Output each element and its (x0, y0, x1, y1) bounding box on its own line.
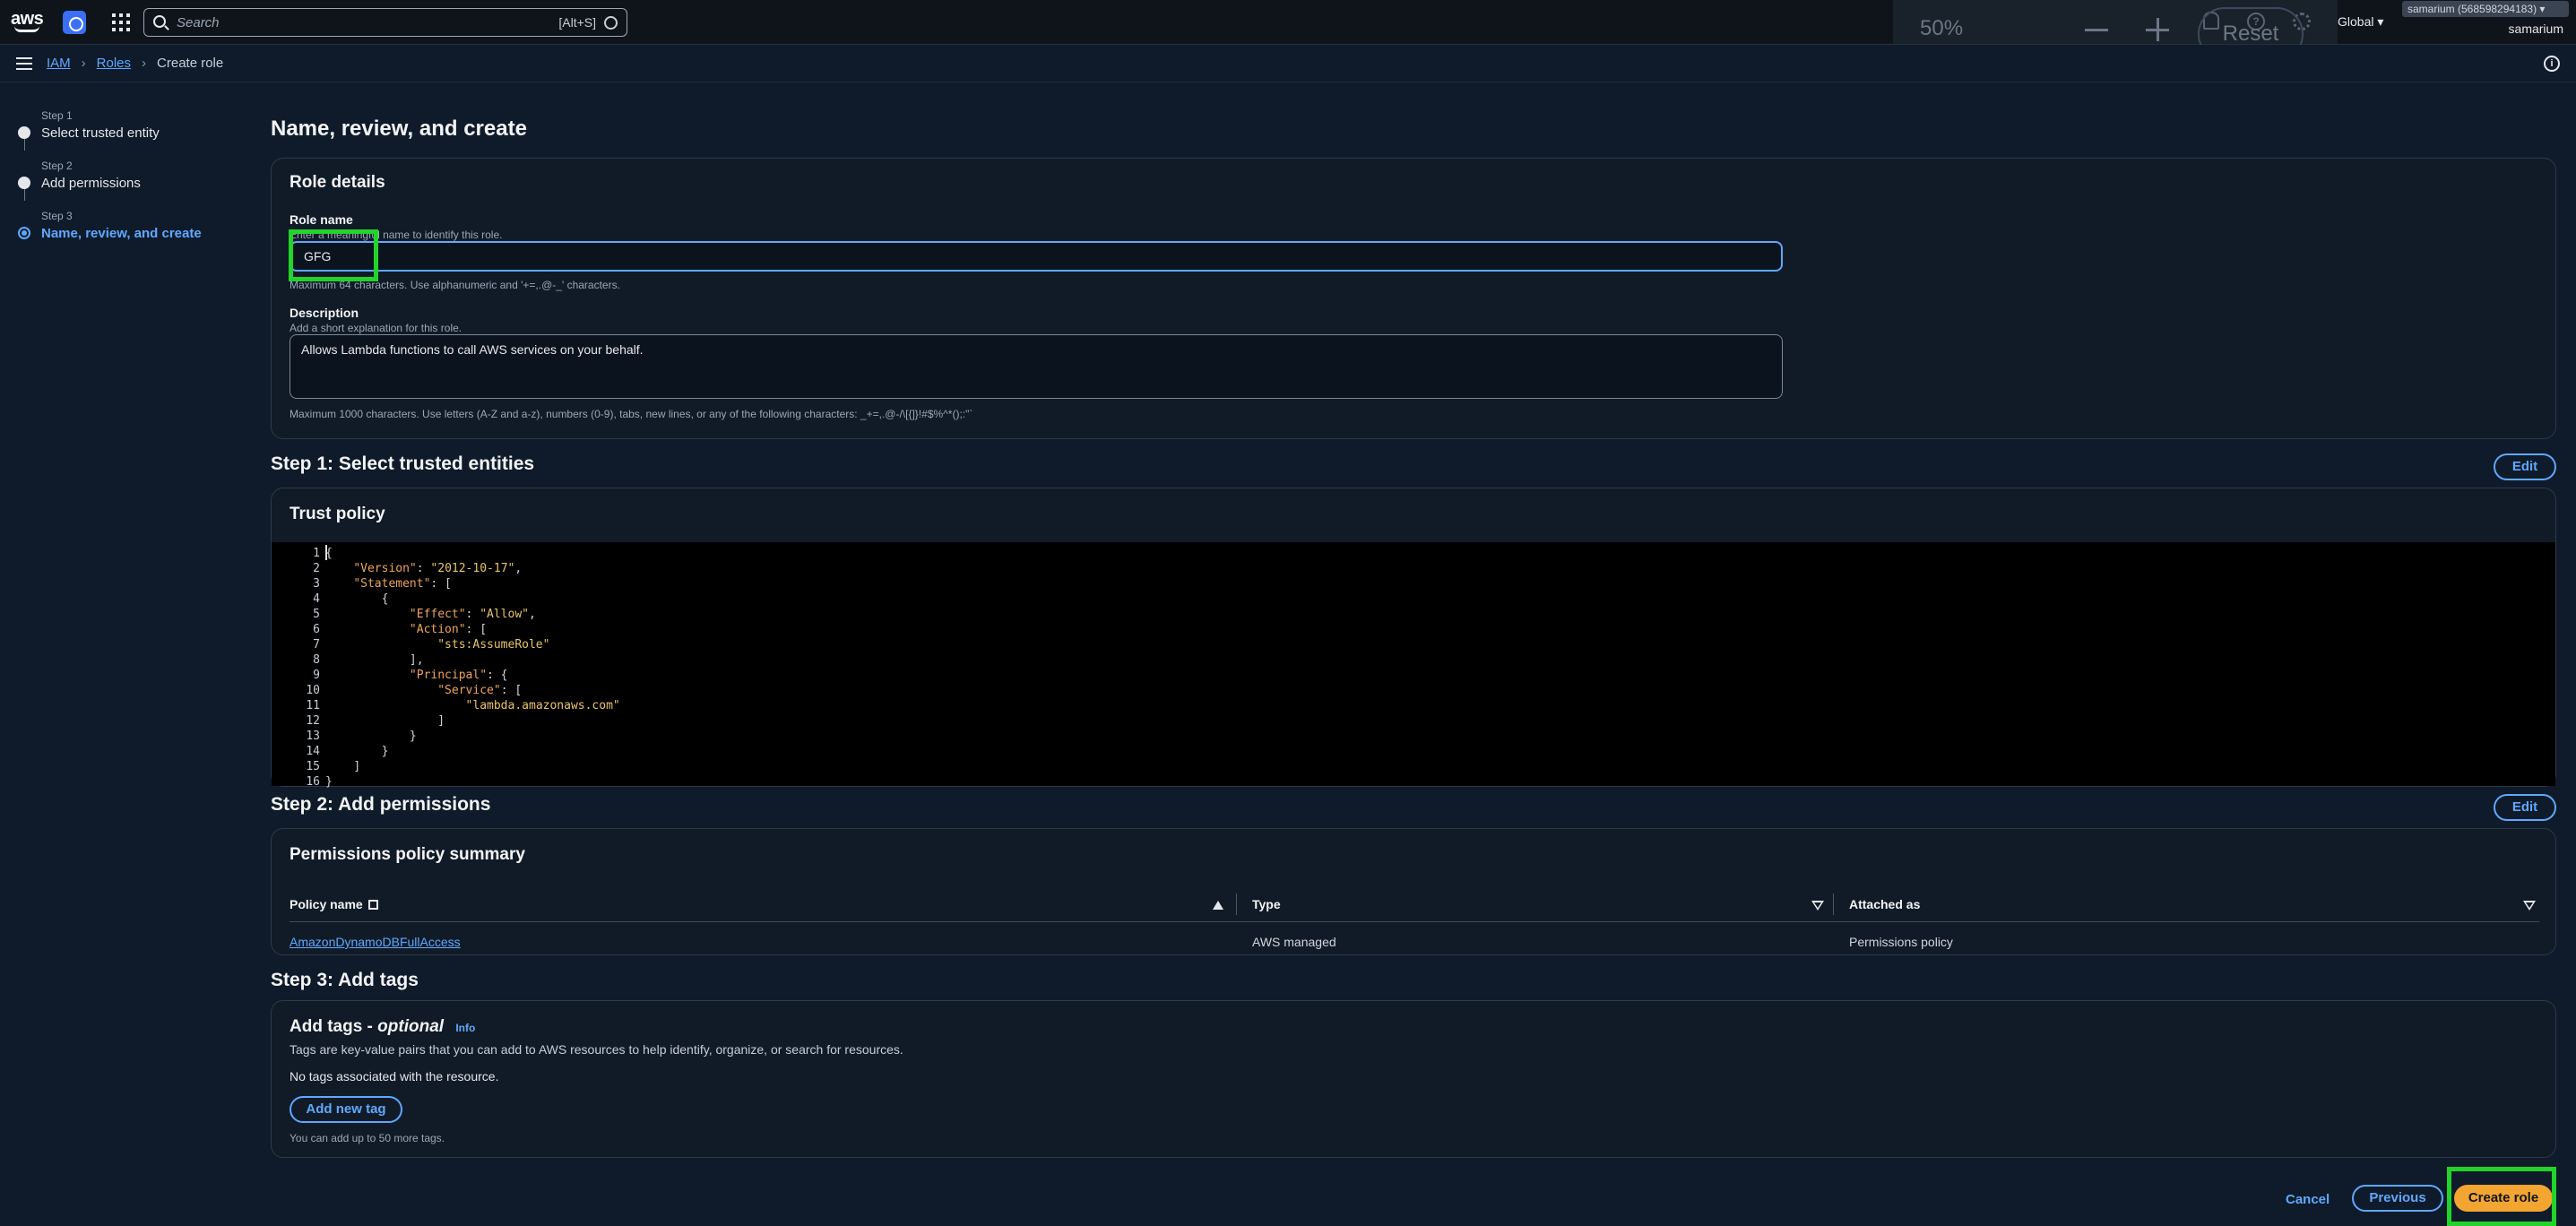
breadcrumb-iam[interactable]: IAM (47, 56, 71, 71)
service-icon[interactable] (63, 11, 86, 34)
column-type[interactable]: Type (1252, 897, 1281, 911)
table-row: AmazonDynamoDBFullAccess AWS managed Per… (290, 924, 2539, 960)
step2-heading: Step 2: Add permissions (271, 794, 491, 815)
column-attached-as[interactable]: Attached as (1849, 897, 1920, 911)
column-divider (1236, 894, 1237, 915)
highlight-box (289, 229, 378, 281)
step-label: Step 3 (41, 210, 73, 222)
line-number: 9 (313, 669, 320, 682)
line-number: 16 (306, 775, 320, 789)
description-hint: Add a short explanation for this role. (290, 322, 462, 334)
line-number: 1 (313, 547, 320, 560)
menu-icon[interactable] (16, 57, 32, 70)
role-details-panel: Role details Role name Enter a meaningfu… (271, 158, 2556, 439)
step1-heading: Step 1: Select trusted entities (271, 453, 535, 474)
panel-title: Role details (290, 173, 385, 192)
tags-description: Tags are key-value pairs that you can ad… (290, 1042, 903, 1057)
line-number: 4 (313, 592, 320, 606)
column-policy-name[interactable]: Policy name (290, 897, 378, 911)
optional-label: optional (377, 1017, 445, 1036)
sort-ascending-icon[interactable] (1213, 901, 1223, 910)
role-name-label: Role name (290, 212, 353, 227)
search-placeholder: Search (177, 15, 220, 30)
account-name: samarium (2508, 22, 2563, 36)
search-shortcut: [Alt+S] (558, 15, 596, 30)
line-number: 2 (313, 562, 320, 575)
previous-button[interactable]: Previous (2352, 1185, 2443, 1212)
info-icon[interactable]: i (2544, 56, 2560, 72)
step-dot-active (18, 227, 30, 239)
chevron-right-icon: › (142, 56, 147, 71)
description-constraint: Maximum 1000 characters. Use letters (A-… (290, 408, 973, 420)
breadcrumb: IAM › Roles › Create role (47, 56, 223, 71)
chevron-right-icon: › (81, 56, 86, 71)
line-number: 10 (306, 684, 320, 697)
description-textarea[interactable]: Allows Lambda functions to call AWS serv… (290, 334, 1783, 399)
step-title: Name, review, and create (41, 226, 202, 241)
line-number: 3 (313, 577, 320, 591)
breadcrumb-roles[interactable]: Roles (97, 56, 131, 71)
policy-code: { "Version": "2012-10-17", "Statement": … (325, 547, 620, 789)
zoom-out-icon[interactable] (2085, 29, 2108, 31)
info-link[interactable]: Info (455, 1022, 475, 1034)
external-link-icon (367, 900, 378, 910)
line-numbers: 1 2 3 4 5 6 7 8 9 10 11 12 13 14 15 16 (272, 546, 320, 790)
add-tag-button[interactable]: Add new tag (290, 1096, 402, 1123)
search-input[interactable]: Search [Alt+S] (143, 8, 627, 37)
permissions-panel: Permissions policy summary Policy name T… (271, 828, 2556, 955)
tags-limit: You can add up to 50 more tags. (290, 1132, 445, 1144)
policy-link[interactable]: AmazonDynamoDBFullAccess (290, 935, 461, 949)
column-divider (1833, 894, 1834, 915)
page-title: Name, review, and create (271, 117, 527, 141)
trust-policy-editor[interactable]: 1 2 3 4 5 6 7 8 9 10 11 12 13 14 15 16 { "Version": "20… (272, 542, 2555, 789)
line-number: 14 (306, 745, 320, 758)
step-title[interactable]: Add permissions (41, 176, 141, 191)
line-number: 12 (306, 714, 320, 728)
zoom-percent: 50% (1920, 16, 1964, 40)
sort-icon[interactable] (2523, 901, 2536, 911)
step-label: Step 1 (41, 109, 73, 122)
line-number: 11 (306, 699, 320, 712)
line-number: 6 (313, 623, 320, 636)
step-dot (18, 126, 30, 139)
policy-attached-as: Permissions policy (1849, 935, 1953, 949)
tags-panel: Add tags - optional Info Tags are key-va… (271, 1000, 2556, 1158)
role-name-input[interactable] (302, 248, 840, 264)
panel-title: Add tags - optional Info (290, 1017, 476, 1036)
step-dot (18, 177, 30, 189)
line-number: 15 (306, 760, 320, 773)
top-navigation: aws Search [Alt+S] ? Global ▾ samarium (… (0, 0, 2576, 73)
breadcrumb-bar: IAM › Roles › Create role i (0, 45, 2576, 82)
table-header: Policy name Type Attached as (290, 886, 2539, 922)
sort-icon[interactable] (1811, 901, 1824, 911)
zoom-in-icon[interactable] (2146, 18, 2169, 41)
aws-logo[interactable]: aws (9, 9, 50, 36)
step2-edit-button[interactable]: Edit (2494, 794, 2556, 821)
step-label: Step 2 (41, 160, 73, 172)
panel-title: Permissions policy summary (290, 845, 525, 864)
panel-title: Trust policy (290, 505, 385, 523)
step-title[interactable]: Select trusted entity (41, 125, 160, 141)
line-number: 7 (313, 638, 320, 652)
policy-type: AWS managed (1252, 935, 1336, 949)
description-label: Description (290, 306, 359, 320)
highlight-box (2447, 1167, 2556, 1226)
region-selector[interactable]: Global ▾ (2338, 14, 2383, 30)
line-number: 13 (306, 730, 320, 743)
step3-heading: Step 3: Add tags (271, 970, 419, 990)
breadcrumb-current: Create role (157, 56, 224, 71)
line-number: 5 (313, 608, 320, 621)
search-icon (153, 15, 166, 28)
shortcut-icon (604, 16, 618, 30)
tags-empty: No tags associated with the resource. (290, 1069, 499, 1084)
cancel-button[interactable]: Cancel (2286, 1192, 2330, 1207)
line-number: 8 (313, 653, 320, 667)
trust-policy-panel: Trust policy 1 2 3 4 5 6 7 8 9 10 11 12 13 14 15 16 { "… (271, 488, 2556, 789)
account-menu[interactable]: samarium (568598294183) ▾ (2402, 1, 2569, 17)
step1-edit-button[interactable]: Edit (2494, 453, 2556, 480)
role-name-field[interactable] (290, 241, 1783, 272)
apps-grid-icon[interactable] (111, 13, 131, 32)
